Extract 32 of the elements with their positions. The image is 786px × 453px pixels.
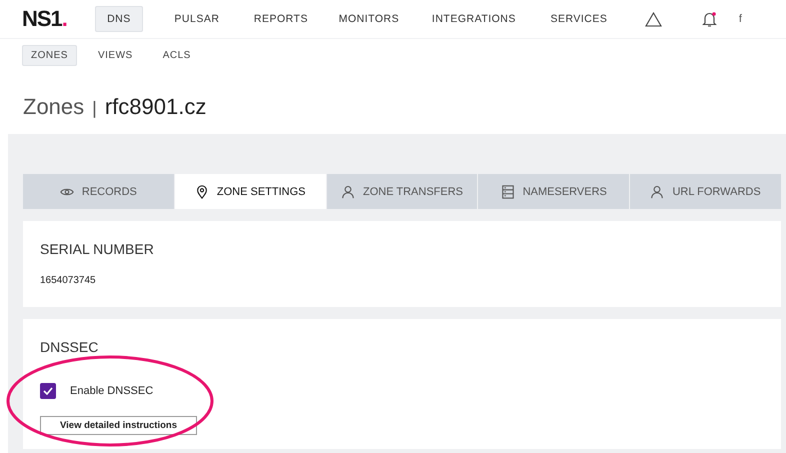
user-name[interactable]: f [738, 13, 742, 25]
bell-icon[interactable] [702, 10, 717, 28]
server-icon [500, 184, 515, 198]
nav-tab[interactable]: PULSAR [162, 6, 231, 32]
check-icon [43, 387, 53, 395]
checkbox-label: Enable DNSSEC [70, 385, 154, 397]
person-icon [340, 184, 355, 198]
subnav-tab[interactable]: ACLS [154, 45, 200, 66]
subnav-tab[interactable]: VIEWS [88, 45, 142, 66]
zone-tab[interactable]: RECORDS [23, 174, 174, 209]
zone-tab[interactable]: ZONE SETTINGS [174, 174, 326, 209]
nav-tab[interactable]: REPORTS [246, 6, 315, 32]
title-separator: | [92, 98, 97, 119]
checkbox[interactable] [40, 383, 56, 399]
nav-tab[interactable]: MONITORS [332, 6, 405, 32]
nav-tab[interactable]: DNS [94, 6, 143, 32]
section-heading: DNSSEC [40, 339, 100, 355]
subnav-tab[interactable]: ZONES [22, 45, 77, 66]
zone-tab[interactable]: ZONE TRANSFERS [326, 174, 478, 209]
page-title: Zones [23, 94, 84, 120]
location-pin-icon [194, 184, 209, 198]
alert-icon[interactable] [644, 12, 662, 26]
section-heading: SERIAL NUMBER [40, 241, 155, 257]
serial-value: 1654073745 [40, 275, 97, 286]
zone-tab[interactable]: URL FORWARDS [630, 174, 781, 209]
instructions-button[interactable]: View detailed instructions [40, 416, 197, 435]
nav-tab[interactable]: SERVICES [542, 6, 615, 32]
zone-name: rfc8901.cz [104, 94, 206, 120]
nav-tab[interactable]: INTEGRATIONS [424, 6, 523, 32]
zone-tab[interactable]: NAMESERVERS [478, 174, 630, 209]
person-icon [650, 184, 664, 198]
logo[interactable]: NS1. [22, 6, 67, 32]
